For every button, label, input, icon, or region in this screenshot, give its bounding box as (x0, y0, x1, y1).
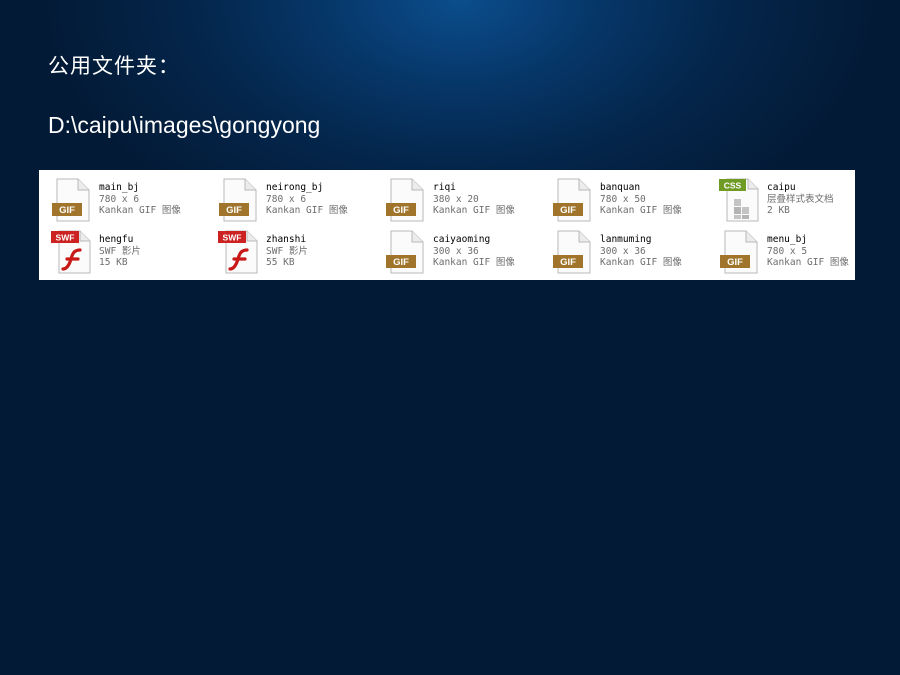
file-size: 2 KB (767, 205, 790, 216)
file-type: Kankan GIF 图像 (99, 205, 181, 216)
file-name: main_bj (99, 182, 140, 193)
file-name: menu_bj (767, 234, 808, 245)
file-name: neirong_bj (266, 182, 324, 193)
file-item[interactable]: GIF caiyaoming 300 x 36 Kankan GIF 图像 (379, 228, 539, 276)
gif-file-icon: GIF (553, 230, 591, 274)
swf-file-icon: SWF (51, 230, 91, 274)
file-name: caipu (767, 182, 796, 193)
file-detail: 300 x 36 (433, 245, 479, 257)
gif-file-icon: GIF (386, 230, 424, 274)
file-name: hengfu (99, 234, 134, 245)
file-detail: 780 x 6 (266, 193, 307, 205)
file-item[interactable]: GIF riqi 380 x 20 Kankan GIF 图像 (379, 176, 539, 224)
svg-text:GIF: GIF (560, 205, 576, 216)
gif-file-icon: GIF (52, 178, 90, 222)
file-detail: 780 x 50 (600, 193, 646, 205)
svg-text:SWF: SWF (56, 233, 75, 243)
file-item[interactable]: SWF hengfu SWF 影片 15 KB (45, 228, 205, 276)
file-item[interactable]: GIF lanmuming 300 x 36 Kankan GIF 图像 (546, 228, 706, 276)
file-item[interactable]: CSS caipu 层叠样式表文档 2 KB (713, 176, 873, 224)
svg-text:GIF: GIF (393, 205, 409, 216)
file-type: Kankan GIF 图像 (433, 205, 515, 216)
file-name: lanmuming (600, 234, 652, 245)
file-type: Kankan GIF 图像 (600, 205, 682, 216)
gif-file-icon: GIF (553, 178, 591, 222)
gif-file-icon: GIF (219, 178, 257, 222)
file-detail: 780 x 6 (99, 193, 140, 205)
file-type: Kankan GIF 图像 (600, 257, 682, 268)
file-type: SWF 影片 (99, 245, 141, 257)
svg-text:SWF: SWF (223, 233, 242, 243)
file-item[interactable]: GIF menu_bj 780 x 5 Kankan GIF 图像 (713, 228, 873, 276)
file-size: 15 KB (99, 257, 128, 268)
file-browser-panel: GIF main_bj 780 x 6 Kankan GIF 图像 GIF ne… (39, 170, 855, 280)
file-item[interactable]: GIF neirong_bj 780 x 6 Kankan GIF 图像 (212, 176, 372, 224)
file-name: caiyaoming (433, 234, 491, 245)
file-name: zhanshi (266, 234, 307, 245)
svg-text:GIF: GIF (226, 205, 242, 216)
svg-text:GIF: GIF (727, 257, 743, 268)
svg-text:GIF: GIF (393, 257, 409, 268)
file-detail: 300 x 36 (600, 245, 646, 257)
file-item[interactable]: SWF zhanshi SWF 影片 55 KB (212, 228, 372, 276)
svg-text:CSS: CSS (724, 181, 742, 191)
svg-text:GIF: GIF (59, 205, 75, 216)
file-name: banquan (600, 182, 641, 193)
file-type: Kankan GIF 图像 (767, 257, 849, 268)
file-type: 层叠样式表文档 (767, 193, 834, 205)
slide-heading: 公用文件夹： (48, 54, 180, 78)
gif-file-icon: GIF (720, 230, 758, 274)
file-size: 55 KB (266, 257, 295, 268)
svg-text:GIF: GIF (560, 257, 576, 268)
file-detail: 380 x 20 (433, 193, 479, 205)
file-item[interactable]: GIF main_bj 780 x 6 Kankan GIF 图像 (45, 176, 205, 224)
folder-path: D:\caipu\images\gongyong (48, 112, 321, 138)
file-type: SWF 影片 (266, 245, 308, 257)
file-name: riqi (433, 182, 456, 193)
css-file-icon: CSS (719, 178, 759, 222)
file-type: Kankan GIF 图像 (266, 205, 348, 216)
gif-file-icon: GIF (386, 178, 424, 222)
swf-file-icon: SWF (218, 230, 258, 274)
file-type: Kankan GIF 图像 (433, 257, 515, 268)
file-detail: 780 x 5 (767, 245, 808, 257)
file-item[interactable]: GIF banquan 780 x 50 Kankan GIF 图像 (546, 176, 706, 224)
